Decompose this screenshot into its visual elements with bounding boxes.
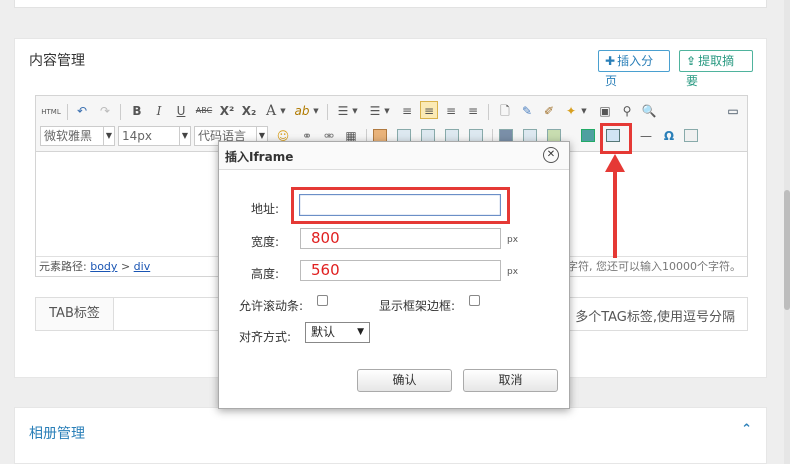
html-source-icon[interactable]: HTML (40, 103, 62, 121)
top-card (14, 0, 767, 8)
close-icon[interactable]: ✕ (543, 147, 559, 163)
chevron-down-icon: ▼ (103, 127, 114, 145)
insert-page-button[interactable]: ✚ 插入分页 (598, 50, 670, 88)
undo-icon[interactable]: ↶ (73, 102, 91, 120)
path-body-link[interactable]: body (90, 260, 117, 273)
toolbar-divider (488, 104, 489, 120)
height-unit: px (507, 267, 519, 277)
format-painter-icon[interactable]: ✐ (540, 102, 558, 120)
font-size-select[interactable]: 14px ▼ (118, 126, 191, 146)
iframe-button-highlight-box (600, 123, 632, 154)
border-label: 显示框架边框: (379, 299, 456, 313)
underline-icon[interactable]: U (172, 102, 190, 120)
ordered-list-icon[interactable]: ☰ (334, 102, 352, 120)
width-label: 宽度: (251, 235, 280, 249)
chevron-up-icon[interactable]: ⌃ (741, 422, 752, 437)
page-scrollbar[interactable] (784, 0, 790, 464)
strikethrough-icon[interactable]: ABC (194, 102, 214, 120)
char-counter: 字符, 您还可以输入10000个字符。 (567, 260, 741, 273)
magic-wand-icon[interactable]: ✦ (562, 102, 580, 120)
cancel-button[interactable]: 取消 (463, 369, 558, 392)
redo-icon[interactable]: ↷ (96, 102, 114, 120)
special-char-icon[interactable]: Ω (660, 127, 678, 145)
bold-icon[interactable]: B (128, 102, 146, 120)
path-div-link[interactable]: div (134, 260, 151, 273)
width-input[interactable]: 800 (300, 228, 501, 249)
plus-icon: ✚ (605, 54, 616, 68)
chevron-down-icon[interactable]: ▼ (580, 102, 588, 120)
scrollbar-thumb[interactable] (784, 190, 790, 310)
font-size-value: 14px (122, 129, 152, 143)
subscript-icon[interactable]: X₂ (240, 102, 258, 120)
upload-icon: ⇪ (686, 54, 697, 68)
address-label: 地址: (251, 202, 280, 216)
dialog-header: 插入Iframe ✕ (219, 142, 569, 170)
horizontal-rule-icon[interactable]: — (637, 127, 655, 145)
font-color-icon[interactable]: A (262, 102, 280, 120)
path-prefix: 元素路径: (39, 260, 87, 273)
chevron-down-icon[interactable]: ▼ (312, 102, 320, 120)
highlight-color-icon[interactable]: ab (293, 102, 311, 120)
superscript-icon[interactable]: X² (218, 102, 236, 120)
chevron-down-icon[interactable]: ▼ (279, 102, 287, 120)
align-right-icon[interactable]: ≡ (464, 102, 482, 120)
chevron-down-icon[interactable]: ▼ (351, 102, 359, 120)
search-replace-icon[interactable]: ⚲ (618, 102, 636, 120)
align-left-icon[interactable]: ≡ (420, 101, 438, 119)
height-input[interactable]: 560 (300, 260, 501, 281)
chevron-down-icon[interactable]: ▼ (383, 102, 391, 120)
template-icon[interactable] (684, 129, 698, 142)
extract-summary-button[interactable]: ⇪ 提取摘要 (679, 50, 753, 88)
align-label: 对齐方式: (239, 330, 292, 344)
toolbar-divider (120, 104, 121, 120)
align-center-icon[interactable]: ≡ (442, 102, 460, 120)
align-select[interactable]: 默认 ▼ (305, 322, 370, 343)
tag-input-hint[interactable]: 多个TAG标签,使用逗号分隔 (575, 306, 735, 325)
video-icon[interactable] (581, 129, 595, 142)
panel-title: 内容管理 (29, 53, 85, 69)
align-value: 默认 (311, 325, 336, 339)
scroll-checkbox[interactable] (317, 295, 328, 306)
font-family-select[interactable]: 微软雅黑 ▼ (40, 126, 115, 146)
path-separator: > (120, 260, 131, 273)
address-highlight-box (291, 187, 510, 224)
chevron-down-icon: ▼ (179, 127, 190, 145)
scroll-label: 允许滚动条: (239, 299, 304, 313)
confirm-button[interactable]: 确认 (357, 369, 452, 392)
toolbar-divider (327, 104, 328, 120)
chevron-down-icon: ▼ (357, 327, 364, 337)
album-panel: 相册管理 ⌃ (14, 407, 767, 464)
indent-icon[interactable]: ≡ (398, 102, 416, 120)
fullscreen-icon[interactable]: ▭ (724, 102, 742, 120)
paste-icon[interactable]: ▣ (596, 102, 614, 120)
height-label: 高度: (251, 267, 280, 281)
new-doc-icon[interactable]: 🗋 (496, 102, 514, 120)
album-panel-title[interactable]: 相册管理 (29, 423, 85, 443)
toolbar-divider (67, 104, 68, 120)
width-unit: px (507, 235, 519, 245)
tag-label: TAB标签 (36, 298, 114, 330)
preview-icon[interactable]: 🔍 (640, 102, 658, 120)
eraser-icon[interactable]: ✎ (518, 102, 536, 120)
font-family-value: 微软雅黑 (44, 129, 93, 143)
dialog-title: 插入Iframe (225, 150, 294, 164)
insert-iframe-dialog: 插入Iframe ✕ 地址: 宽度: 800 px 高度: 560 px 允许滚… (218, 141, 570, 409)
border-checkbox[interactable] (469, 295, 480, 306)
red-arrow-line (613, 170, 617, 258)
unordered-list-icon[interactable]: ☰ (366, 102, 384, 120)
italic-icon[interactable]: I (150, 102, 168, 120)
